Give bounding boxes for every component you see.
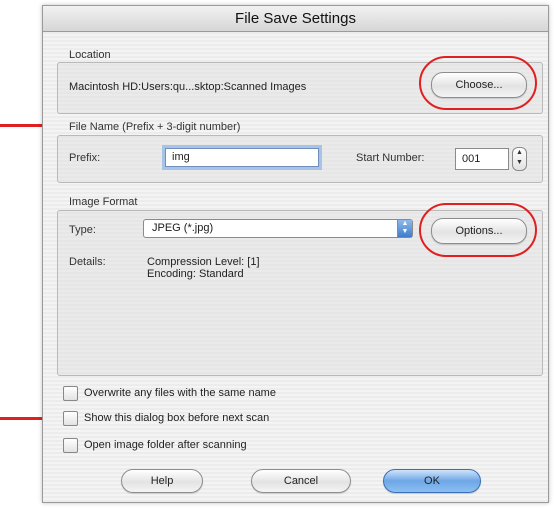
show-dialog-label: Show this dialog box before next scan (84, 412, 270, 424)
details-encoding: Encoding: Standard (147, 268, 244, 280)
dialog-title: File Save Settings (43, 6, 548, 32)
start-number-label: Start Number: (356, 152, 425, 164)
show-dialog-checkbox[interactable] (63, 411, 78, 426)
type-label: Type: (69, 224, 96, 236)
cancel-button[interactable]: Cancel (251, 469, 351, 493)
start-number-input[interactable]: 001 (455, 148, 509, 170)
type-select-value: JPEG (*.jpg) (152, 222, 214, 234)
details-compression-level: Compression Level: [1] (147, 256, 260, 268)
overwrite-files-checkbox[interactable] (63, 386, 78, 401)
prefix-label: Prefix: (69, 152, 101, 164)
file-name-group-label: File Name (Prefix + 3-digit number) (69, 121, 241, 133)
location-group-label: Location (69, 49, 111, 61)
ok-button[interactable]: OK (383, 469, 481, 493)
file-save-settings-dialog: File Save Settings Location Macintosh HD… (42, 5, 549, 503)
overwrite-files-label: Overwrite any files with the same name (84, 387, 276, 399)
open-folder-label: Open image folder after scanning (84, 439, 247, 451)
select-arrows-icon[interactable]: ▲ ▼ (397, 220, 412, 237)
start-number-stepper[interactable]: ▲ ▼ (512, 147, 527, 171)
details-label: Details: (69, 256, 106, 268)
type-select[interactable]: JPEG (*.jpg) ▲ ▼ (143, 219, 413, 238)
help-button[interactable]: Help (121, 469, 203, 493)
image-format-group-label: Image Format (69, 196, 138, 208)
prefix-input[interactable]: img (165, 148, 319, 167)
open-folder-checkbox[interactable] (63, 438, 78, 453)
stepper-down-icon[interactable]: ▼ (513, 158, 526, 168)
annotation-circle-options (419, 203, 537, 257)
stepper-up-icon[interactable]: ▲ (513, 148, 526, 158)
location-path: Macintosh HD:Users:qu...sktop:Scanned Im… (69, 81, 307, 93)
annotation-circle-choose (419, 56, 537, 110)
